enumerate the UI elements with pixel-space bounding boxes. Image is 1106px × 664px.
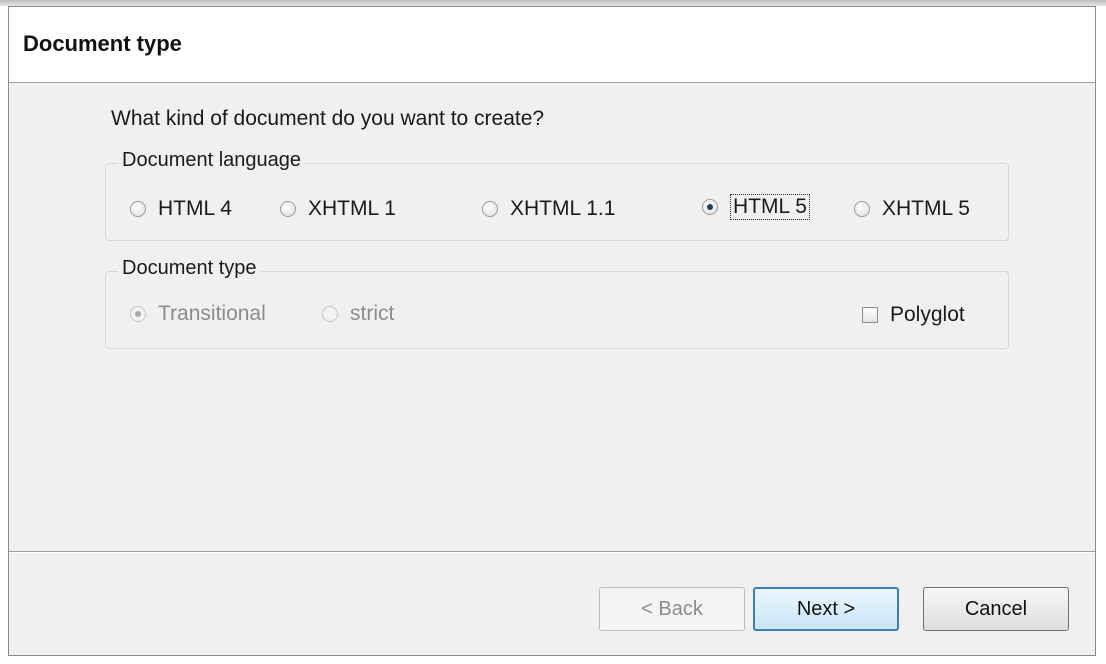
radio-xhtml11[interactable]: XHTML 1.1 xyxy=(482,197,615,221)
radio-xhtml1-button[interactable] xyxy=(280,201,296,217)
back-button[interactable]: < Back xyxy=(599,587,745,631)
document-type-group: Document type Transitional strict Polygl… xyxy=(105,257,1009,349)
radio-html5-label: HTML 5 xyxy=(730,194,810,220)
back-button-label: < Back xyxy=(641,597,703,620)
radio-xhtml5-button[interactable] xyxy=(854,201,870,217)
document-language-legend: Document language xyxy=(118,149,306,172)
polyglot-checkbox-box[interactable] xyxy=(862,307,878,323)
next-button-label: Next > xyxy=(796,597,856,620)
radio-xhtml1[interactable]: XHTML 1 xyxy=(280,197,396,221)
document-type-legend: Document type xyxy=(118,257,261,280)
radio-xhtml11-label: XHTML 1.1 xyxy=(510,197,616,220)
radio-strict[interactable]: strict xyxy=(322,302,394,326)
radio-strict-button[interactable] xyxy=(322,306,338,322)
polyglot-checkbox[interactable]: Polyglot xyxy=(862,303,965,327)
page-title: Document type xyxy=(23,31,182,56)
radio-strict-label: strict xyxy=(350,302,395,325)
radio-html4[interactable]: HTML 4 xyxy=(130,197,232,221)
footer-divider xyxy=(9,551,1095,553)
radio-html5-button[interactable] xyxy=(702,199,718,215)
radio-xhtml5-label: XHTML 5 xyxy=(882,197,970,220)
cancel-button[interactable]: Cancel xyxy=(923,587,1069,631)
radio-xhtml1-label: XHTML 1 xyxy=(308,197,396,220)
radio-transitional-button[interactable] xyxy=(130,306,146,322)
radio-transitional[interactable]: Transitional xyxy=(130,302,266,326)
polyglot-label: Polyglot xyxy=(890,303,965,326)
radio-html4-label: HTML 4 xyxy=(158,197,232,220)
radio-transitional-label: Transitional xyxy=(158,302,266,325)
radio-html4-button[interactable] xyxy=(130,201,146,217)
dialog-window: Document type What kind of document do y… xyxy=(8,6,1096,656)
dialog-header: Document type xyxy=(9,7,1095,83)
document-language-group: Document language HTML 4 XHTML 1 XHTML 1… xyxy=(105,149,1009,241)
radio-xhtml5[interactable]: XHTML 5 xyxy=(854,197,970,221)
next-button[interactable]: Next > xyxy=(753,587,899,631)
radio-html5[interactable]: HTML 5 xyxy=(702,194,810,220)
cancel-button-label: Cancel xyxy=(964,597,1028,620)
question-text: What kind of document do you want to cre… xyxy=(111,107,545,130)
radio-xhtml11-button[interactable] xyxy=(482,201,498,217)
